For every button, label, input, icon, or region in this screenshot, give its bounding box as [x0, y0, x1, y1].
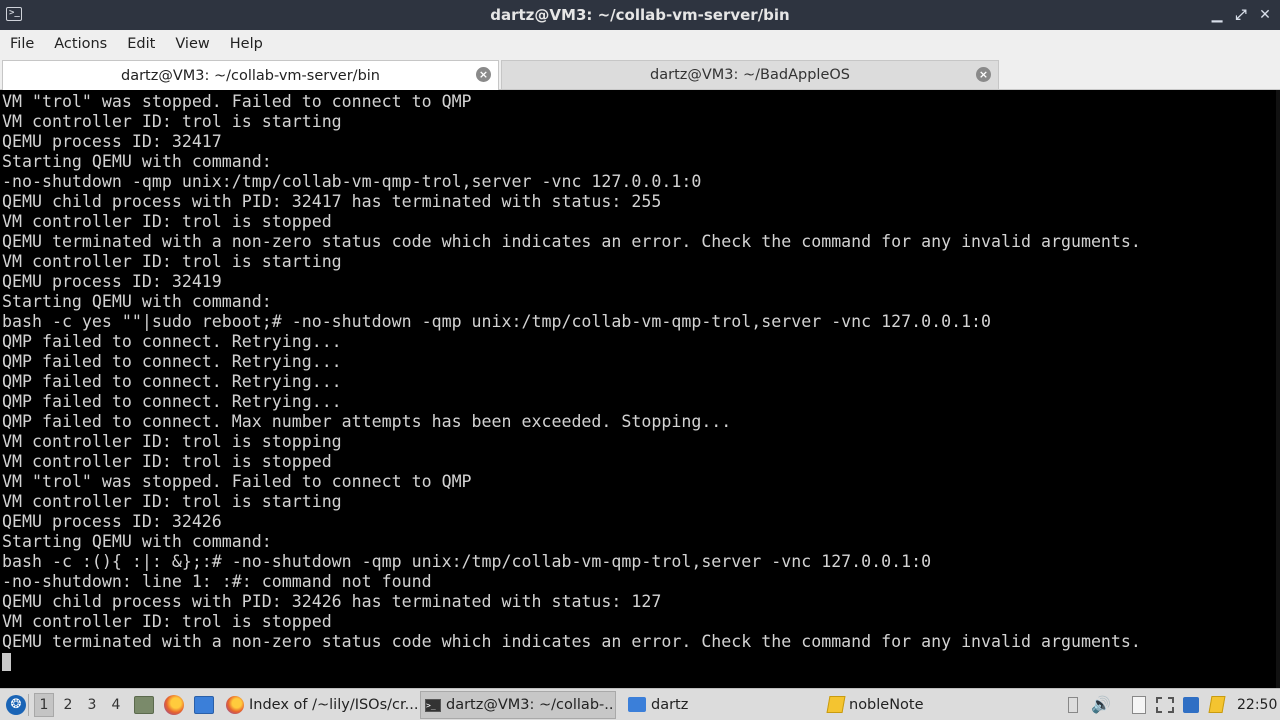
task-file-manager[interactable]: dartz — [624, 689, 820, 720]
terminal-line: QEMU process ID: 32426 — [2, 512, 222, 531]
terminal-line: Starting QEMU with command: — [2, 292, 272, 311]
start-menu-button[interactable]: ❂ — [6, 689, 26, 720]
terminal-line: VM controller ID: trol is stopped — [2, 212, 332, 231]
workspace-3[interactable]: 3 — [82, 693, 102, 717]
terminal-prompt-line — [2, 652, 1141, 672]
menu-edit[interactable]: Edit — [117, 30, 165, 58]
tray-clipboard[interactable] — [1128, 689, 1150, 720]
terminal-line: VM controller ID: trol is starting — [2, 492, 342, 511]
terminal-line: QMP failed to connect. Retrying... — [2, 372, 342, 391]
tray-battery[interactable] — [1062, 689, 1084, 720]
maximize-button[interactable]: ⤢ — [1234, 7, 1248, 23]
terminal-line: VM controller ID: trol is stopped — [2, 612, 332, 631]
firefox-launcher[interactable] — [164, 689, 184, 720]
window-title: dartz@VM3: ~/collab-vm-server/bin — [490, 6, 790, 24]
window-controls: ▁ ⤢ ✕ — [1210, 0, 1272, 30]
clock[interactable]: 22:50 — [1237, 689, 1277, 720]
terminal-line: bash -c yes ""|sudo reboot;# -no-shutdow… — [2, 312, 992, 331]
terminal-line: QEMU process ID: 32417 — [2, 132, 222, 151]
show-desktop-button[interactable] — [134, 689, 154, 720]
note-icon — [826, 696, 846, 713]
tab-collab-vm-server[interactable]: dartz@VM3: ~/collab-vm-server/bin × — [2, 60, 499, 90]
firefox-icon — [226, 695, 244, 714]
terminal-line: QMP failed to connect. Max number attemp… — [2, 412, 732, 431]
tab-label: dartz@VM3: ~/collab-vm-server/bin — [120, 67, 380, 84]
volume-icon: 🔊 — [1091, 695, 1111, 714]
terminal-icon: >_ — [425, 698, 441, 712]
close-button[interactable]: ✕ — [1258, 7, 1272, 23]
workspace-2[interactable]: 2 — [58, 693, 78, 717]
menu-actions[interactable]: Actions — [44, 30, 117, 58]
taskbar: ❂ 1 2 3 4 Index of /~lily/ISOs/cr... >_ … — [0, 688, 1280, 720]
terminal-line: QEMU process ID: 32419 — [2, 272, 222, 291]
minimize-button[interactable]: ▁ — [1210, 7, 1224, 23]
tray-volume[interactable]: 🔊 — [1090, 689, 1112, 720]
file-manager-icon — [194, 695, 214, 714]
terminal-line: VM "trol" was stopped. Failed to connect… — [2, 92, 472, 111]
terminal-line: Starting QEMU with command: — [2, 152, 272, 171]
menu-view[interactable]: View — [165, 30, 219, 58]
tab-label: dartz@VM3: ~/BadAppleOS — [650, 67, 850, 83]
file-manager-launcher[interactable] — [194, 689, 214, 720]
terminal-line: bash -c :(){ :|: &};:# -no-shutdown -qmp… — [2, 552, 932, 571]
workspace-4[interactable]: 4 — [106, 693, 126, 717]
terminal-line: Starting QEMU with command: — [2, 532, 272, 551]
terminal-scrollbar[interactable] — [1276, 90, 1280, 688]
window-titlebar: >_ dartz@VM3: ~/collab-vm-server/bin ▁ ⤢… — [0, 0, 1280, 30]
terminal-line: VM controller ID: trol is stopping — [2, 432, 342, 451]
tab-badappleos[interactable]: dartz@VM3: ~/BadAppleOS × — [501, 60, 999, 89]
tray-notes[interactable] — [1206, 689, 1228, 720]
task-label: dartz@VM3: ~/collab-... — [446, 697, 615, 713]
start-menu-icon: ❂ — [6, 694, 26, 715]
task-firefox[interactable]: Index of /~lily/ISOs/cr... — [222, 689, 418, 720]
terminal-line: VM controller ID: trol is starting — [2, 112, 342, 131]
menu-help[interactable]: Help — [220, 30, 273, 58]
tab-bar: dartz@VM3: ~/collab-vm-server/bin × dart… — [0, 58, 1280, 90]
terminal-line: VM "trol" was stopped. Failed to connect… — [2, 472, 472, 491]
folder-icon — [628, 697, 646, 712]
terminal-line: QMP failed to connect. Retrying... — [2, 352, 342, 371]
firefox-icon — [164, 694, 184, 715]
workspace-1[interactable]: 1 — [34, 693, 54, 717]
screenshot-icon — [1156, 696, 1174, 713]
task-noblenote[interactable]: nobleNote — [824, 689, 1028, 720]
terminal-line: QEMU terminated with a non-zero status c… — [2, 232, 1141, 251]
note-icon — [1208, 696, 1226, 713]
tray-network[interactable] — [1180, 689, 1202, 720]
menu-bar: File Actions Edit View Help — [0, 30, 1280, 58]
terminal-cursor — [2, 653, 11, 671]
terminal-line: VM controller ID: trol is starting — [2, 252, 342, 271]
desktop-icon — [134, 695, 154, 714]
task-label: dartz — [651, 696, 689, 713]
terminal-line: QEMU child process with PID: 32417 has t… — [2, 192, 662, 211]
terminal-line: QMP failed to connect. Retrying... — [2, 392, 342, 411]
terminal-line: -no-shutdown -qmp unix:/tmp/collab-vm-qm… — [2, 172, 702, 191]
terminal-line: QEMU terminated with a non-zero status c… — [2, 632, 1141, 651]
menu-file[interactable]: File — [0, 30, 44, 58]
tab-close-icon[interactable]: × — [976, 67, 991, 82]
tray-screenshot[interactable] — [1154, 689, 1176, 720]
terminal-line: -no-shutdown: line 1: :#: command not fo… — [2, 572, 432, 591]
terminal-lines: VM "trol" was stopped. Failed to connect… — [2, 92, 1141, 672]
network-icon — [1183, 696, 1199, 713]
terminal-line: QEMU child process with PID: 32426 has t… — [2, 592, 662, 611]
terminal-output[interactable]: VM "trol" was stopped. Failed to connect… — [0, 90, 1280, 688]
task-terminal[interactable]: >_ dartz@VM3: ~/collab-... — [420, 691, 616, 719]
terminal-line: QMP failed to connect. Retrying... — [2, 332, 342, 351]
battery-icon — [1068, 696, 1078, 713]
clipboard-icon — [1132, 695, 1146, 714]
terminal-app-icon[interactable]: >_ — [6, 7, 22, 21]
tab-close-icon[interactable]: × — [476, 67, 491, 82]
terminal-line: VM controller ID: trol is stopped — [2, 452, 332, 471]
task-label: nobleNote — [849, 696, 924, 713]
taskbar-separator — [28, 689, 30, 720]
task-label: Index of /~lily/ISOs/cr... — [249, 696, 418, 713]
